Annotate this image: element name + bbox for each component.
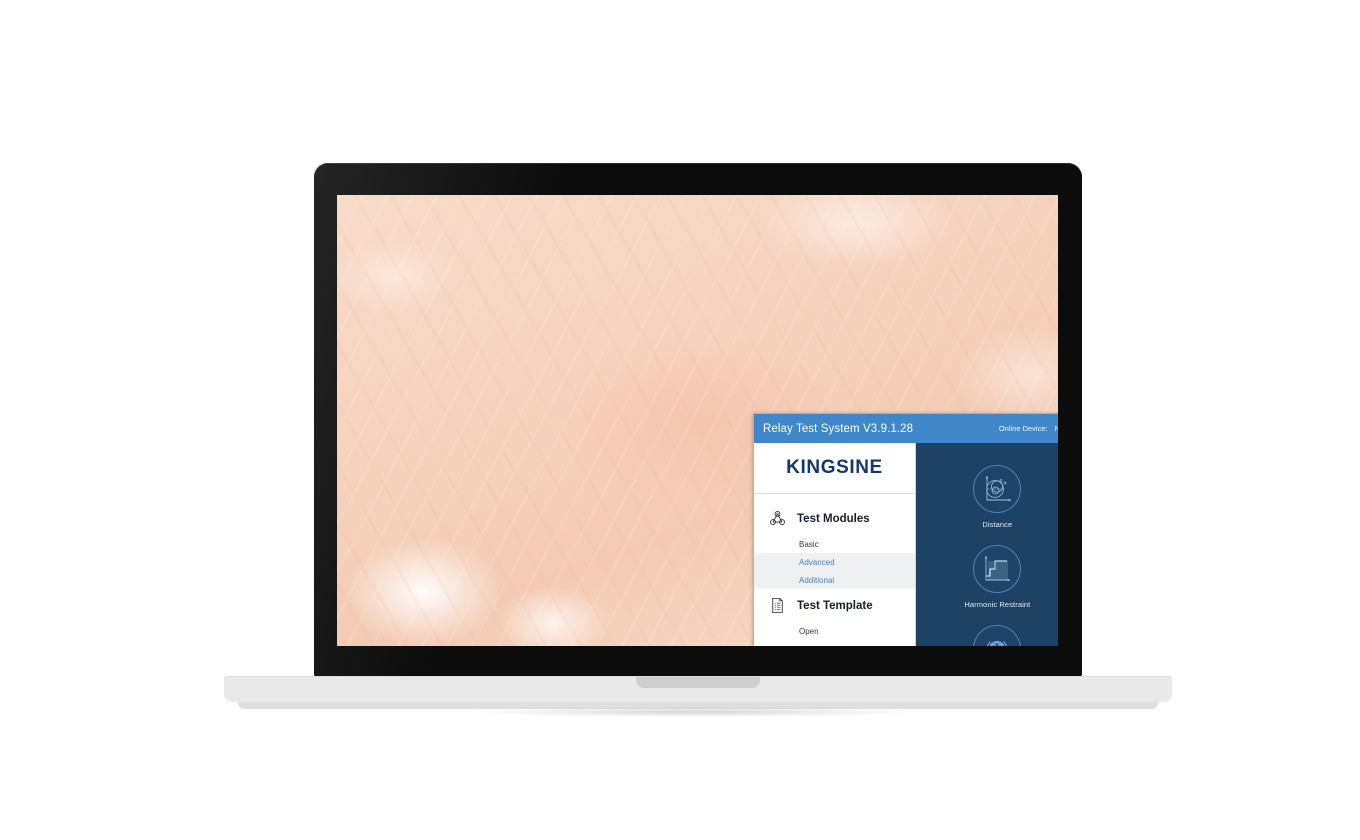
sidebar-item-test-template[interactable]: Test Template — [754, 589, 915, 622]
online-device-status: Online Device: Not connected — [999, 424, 1058, 433]
window-title: Relay Test System V3.9.1.28 — [763, 422, 914, 435]
sidebar-item-test-modules[interactable]: Test Modules — [754, 502, 915, 535]
impedance-circle-icon — [973, 465, 1022, 513]
module-tile-overcurrent[interactable]: Overcurrent — [1057, 465, 1058, 529]
document-icon — [768, 596, 787, 615]
online-device-value: Not connected — [1054, 424, 1058, 433]
sidebar-subitem-advanced[interactable]: Advanced — [754, 553, 915, 571]
module-tile-synchronizer[interactable]: Synchronizer — [942, 625, 1053, 646]
online-device-label: Online Device: — [998, 424, 1048, 433]
logo-text: KINGSINE — [786, 457, 883, 478]
sidebar: KINGSINE Test Modules Basic Advanced Add… — [754, 443, 916, 646]
window-body: KINGSINE Test Modules Basic Advanced Add… — [754, 443, 1058, 646]
sidebar-subitem-basic[interactable]: Basic — [754, 535, 915, 553]
sidebar-subitem-new[interactable]: New — [754, 640, 915, 647]
laptop-shadow — [470, 707, 920, 717]
module-tile-power-swing[interactable]: Power Swing — [1057, 625, 1058, 646]
module-label: Distance — [982, 520, 1013, 529]
module-tile-diff-configuration[interactable]: ΔI Diff Configuration — [1057, 545, 1058, 609]
module-tile-distance[interactable]: Distance — [942, 465, 1053, 529]
screenshot-scene: Relay Test System V3.9.1.28 Online Devic… — [0, 0, 1360, 840]
modules-icon — [768, 509, 787, 528]
sidebar-subitem-additional[interactable]: Additional — [754, 571, 915, 589]
sidebar-subitem-open[interactable]: Open — [754, 622, 915, 640]
modules-panel: Distance Overcurrent — [916, 443, 1058, 646]
brand-logo: KINGSINE — [754, 443, 915, 494]
laptop-base — [224, 676, 1172, 702]
synchroscope-icon — [973, 625, 1022, 646]
sidebar-item-label: Test Modules — [797, 512, 870, 525]
module-label: Harmonic Restraint — [964, 600, 1031, 609]
application-window: Relay Test System V3.9.1.28 Online Devic… — [753, 413, 1058, 646]
modules-grid: Distance Overcurrent — [942, 465, 1058, 646]
title-bar: Relay Test System V3.9.1.28 Online Devic… — [754, 414, 1058, 443]
laptop-screen: Relay Test System V3.9.1.28 Online Devic… — [337, 195, 1058, 646]
harmonic-bars-icon — [973, 545, 1022, 593]
sidebar-nav: Test Modules Basic Advanced Additional T… — [754, 494, 915, 646]
sidebar-item-label: Test Template — [797, 599, 873, 612]
module-tile-harmonic-restraint[interactable]: Harmonic Restraint — [942, 545, 1053, 609]
